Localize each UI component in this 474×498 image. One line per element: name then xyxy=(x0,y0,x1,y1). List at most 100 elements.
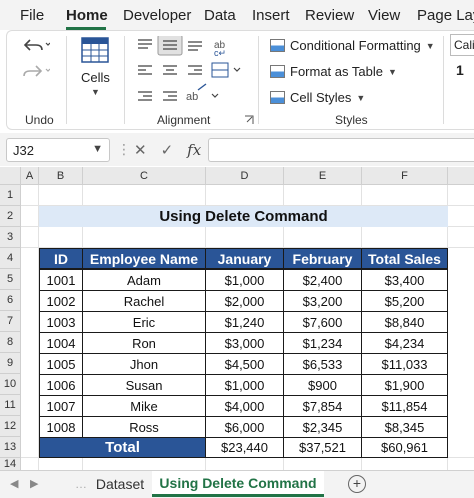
table-cell[interactable]: $5,200 xyxy=(361,290,448,312)
row-header[interactable]: 6 xyxy=(0,290,21,311)
row-header[interactable]: 3 xyxy=(0,227,21,248)
table-cell[interactable]: $11,033 xyxy=(361,353,448,375)
column-header[interactable]: A xyxy=(21,167,39,185)
table-cell[interactable]: Rachel xyxy=(82,290,206,312)
cells-button[interactable]: Cells xyxy=(81,70,110,85)
row-header[interactable]: 13 xyxy=(0,437,21,458)
table-cell[interactable]: 1006 xyxy=(39,374,83,396)
row-header[interactable]: 9 xyxy=(0,353,21,374)
row-header[interactable]: 5 xyxy=(0,269,21,290)
table-cell[interactable]: 1004 xyxy=(39,332,83,354)
cells-dropdown-icon[interactable]: ▼ xyxy=(91,87,100,97)
table-cell[interactable]: $2,400 xyxy=(283,269,362,291)
row-header[interactable]: 10 xyxy=(0,374,21,395)
table-cell[interactable]: $1,000 xyxy=(205,374,284,396)
table-cell[interactable]: $1,234 xyxy=(283,332,362,354)
table-cell[interactable]: $1,000 xyxy=(205,269,284,291)
table-cell[interactable]: $11,854 xyxy=(361,395,448,417)
font-size-partial[interactable]: 1 xyxy=(456,62,464,78)
tab-scroll-right-icon[interactable]: ▶ xyxy=(30,477,38,490)
row-header[interactable]: 12 xyxy=(0,416,21,437)
table-cell[interactable]: Ross xyxy=(82,416,206,438)
menu-home[interactable]: Home xyxy=(66,7,108,24)
table-cell[interactable]: $3,400 xyxy=(361,269,448,291)
menu-page-layout[interactable]: Page Lay xyxy=(417,7,474,24)
sheet-title: Using Delete Command xyxy=(39,206,448,227)
total-february[interactable]: $37,521 xyxy=(283,437,362,458)
total-sales[interactable]: $60,961 xyxy=(361,437,448,458)
formula-actions: ✕ ✓ fx xyxy=(130,138,202,162)
table-cell[interactable]: $7,600 xyxy=(283,311,362,333)
table-cell[interactable]: $4,500 xyxy=(205,353,284,375)
table-cell[interactable]: Susan xyxy=(82,374,206,396)
cancel-icon[interactable]: ✕ xyxy=(134,141,147,159)
conditional-formatting-button[interactable]: Conditional Formatting ▼ xyxy=(270,38,435,53)
menu-file[interactable]: File xyxy=(20,7,44,24)
menu-data[interactable]: Data xyxy=(204,7,236,24)
column-header[interactable]: D xyxy=(206,167,284,185)
alignment-dialog-launcher-icon[interactable] xyxy=(244,115,254,125)
table-header: January xyxy=(205,248,284,269)
name-box[interactable]: J32 ▼ xyxy=(6,138,110,162)
row-header[interactable]: 7 xyxy=(0,311,21,332)
menu-developer[interactable]: Developer xyxy=(123,7,191,24)
enter-icon[interactable]: ✓ xyxy=(161,141,174,159)
table-cell[interactable]: $7,854 xyxy=(283,395,362,417)
redo-icon[interactable] xyxy=(22,62,50,80)
cell-styles-button[interactable]: Cell Styles ▼ xyxy=(270,90,365,105)
formula-input[interactable] xyxy=(208,138,474,162)
table-cell[interactable]: 1005 xyxy=(39,353,83,375)
table-cell[interactable]: 1007 xyxy=(39,395,83,417)
row-header[interactable]: 8 xyxy=(0,332,21,353)
tab-using-delete-command[interactable]: Using Delete Command xyxy=(152,471,324,497)
table-cell[interactable]: $2,000 xyxy=(205,290,284,312)
table-cell[interactable]: Adam xyxy=(82,269,206,291)
insert-function-button[interactable]: fx xyxy=(187,141,201,159)
table-cell[interactable]: $8,840 xyxy=(361,311,448,333)
select-all-corner[interactable] xyxy=(0,167,21,185)
table-cell[interactable]: $6,000 xyxy=(205,416,284,438)
table-cell[interactable]: $3,200 xyxy=(283,290,362,312)
table-cell[interactable]: $1,900 xyxy=(361,374,448,396)
menu-insert[interactable]: Insert xyxy=(252,7,290,24)
cells-icon[interactable] xyxy=(80,36,110,64)
row-header[interactable]: 4 xyxy=(0,248,21,269)
row-header[interactable]: 14 xyxy=(0,458,21,470)
add-sheet-icon[interactable]: + xyxy=(348,475,366,493)
tab-dataset[interactable]: Dataset xyxy=(88,471,152,497)
column-header[interactable]: F xyxy=(362,167,448,185)
table-cell[interactable]: Jhon xyxy=(82,353,206,375)
table-cell[interactable]: 1001 xyxy=(39,269,83,291)
table-cell[interactable]: Ron xyxy=(82,332,206,354)
table-cell[interactable]: 1002 xyxy=(39,290,83,312)
column-header[interactable]: C xyxy=(83,167,206,185)
undo-icon[interactable] xyxy=(22,36,50,54)
font-name-box[interactable]: Cali xyxy=(450,34,474,56)
tab-scroll-left-icon[interactable]: ◀ xyxy=(10,477,18,490)
table-cell[interactable]: Eric xyxy=(82,311,206,333)
table-cell[interactable]: $2,345 xyxy=(283,416,362,438)
menu-view[interactable]: View xyxy=(368,7,400,24)
column-header[interactable]: B xyxy=(39,167,83,185)
table-cell[interactable]: Mike xyxy=(82,395,206,417)
table-cell[interactable]: $4,234 xyxy=(361,332,448,354)
format-as-table-button[interactable]: Format as Table ▼ xyxy=(270,64,397,79)
row-header[interactable]: 11 xyxy=(0,395,21,416)
row-header[interactable]: 1 xyxy=(0,185,21,206)
table-cell[interactable]: $6,533 xyxy=(283,353,362,375)
chevron-down-icon[interactable]: ▼ xyxy=(92,143,103,155)
table-cell[interactable]: 1008 xyxy=(39,416,83,438)
more-sheets-icon[interactable]: … xyxy=(75,477,87,491)
formula-bar: J32 ▼ ⋮ ✕ ✓ fx xyxy=(0,133,474,166)
total-january[interactable]: $23,440 xyxy=(205,437,284,458)
table-cell[interactable]: $900 xyxy=(283,374,362,396)
table-cell[interactable]: $1,240 xyxy=(205,311,284,333)
table-cell[interactable]: $3,000 xyxy=(205,332,284,354)
column-header[interactable]: E xyxy=(284,167,362,185)
row-header[interactable]: 2 xyxy=(0,206,21,227)
menu-review[interactable]: Review xyxy=(305,7,354,24)
column-header-partial[interactable] xyxy=(448,167,474,185)
table-cell[interactable]: $4,000 xyxy=(205,395,284,417)
table-cell[interactable]: $8,345 xyxy=(361,416,448,438)
table-cell[interactable]: 1003 xyxy=(39,311,83,333)
